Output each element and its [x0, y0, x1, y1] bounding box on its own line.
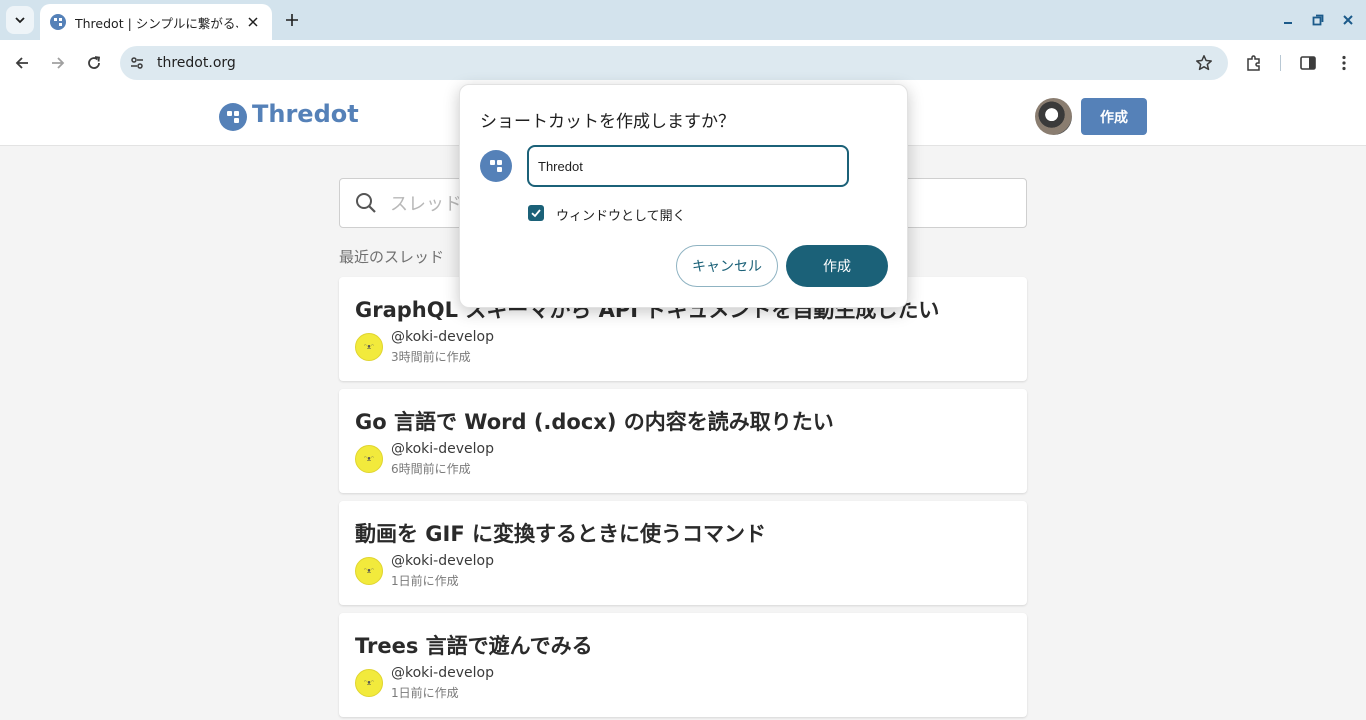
checkmark-icon	[531, 209, 541, 218]
thread-title[interactable]: 動画を GIF に変換するときに使うコマンド	[355, 518, 766, 548]
open-as-window-label[interactable]: ウィンドウとして開く	[556, 205, 686, 224]
author-avatar: ᵔᴥᵔ	[355, 333, 383, 361]
minimize-icon	[1284, 22, 1292, 24]
author-name[interactable]: @koki-develop	[391, 329, 494, 345]
puzzle-icon	[1247, 55, 1260, 71]
minimize-button[interactable]	[1276, 8, 1300, 32]
thread-card[interactable]: 動画を GIF に変換するときに使うコマンド ᵔᴥᵔ @koki-develop…	[339, 501, 1027, 605]
site-info-icon[interactable]	[123, 49, 151, 77]
logo-text[interactable]: Thredot	[252, 100, 359, 128]
shortcut-name-field[interactable]	[527, 145, 849, 187]
arrow-left-icon	[15, 57, 28, 69]
search-placeholder: スレッド	[390, 194, 462, 215]
reload-icon	[88, 56, 101, 69]
thread-card[interactable]: Trees 言語で遊んでみる ᵔᴥᵔ @koki-develop 1日前に作成	[339, 613, 1027, 717]
new-tab-button[interactable]	[280, 8, 304, 32]
forward-button[interactable]	[44, 49, 72, 77]
thread-time: 1日前に作成	[391, 686, 459, 700]
address-bar[interactable]: thredot.org	[120, 46, 1228, 80]
thread-title[interactable]: Trees 言語で遊んでみる	[355, 630, 593, 660]
create-thread-button[interactable]: 作成	[1081, 98, 1147, 135]
create-button[interactable]: 作成	[786, 245, 888, 287]
thredot-logo-icon[interactable]	[219, 103, 247, 131]
back-button[interactable]	[8, 49, 36, 77]
tab-search-button[interactable]	[6, 6, 34, 34]
author-avatar: ᵔᴥᵔ	[355, 445, 383, 473]
thread-time: 6時間前に作成	[391, 462, 471, 476]
close-tab-icon[interactable]	[244, 13, 262, 31]
thread-card[interactable]: Go 言語で Word (.docx) の内容を読み取りたい ᵔᴥᵔ @koki…	[339, 389, 1027, 493]
restore-icon	[1312, 14, 1324, 26]
recent-threads-heading: 最近のスレッド	[339, 248, 445, 266]
maximize-button[interactable]	[1306, 8, 1330, 32]
kebab-menu-icon	[1342, 55, 1346, 71]
reload-button[interactable]	[80, 49, 108, 77]
tab-title: Thredot | シンプルに繋がる、	[75, 15, 238, 31]
side-panel-button[interactable]	[1294, 49, 1322, 77]
author-avatar: ᵔᴥᵔ	[355, 557, 383, 585]
toolbar-divider	[1280, 55, 1281, 71]
create-shortcut-dialog: ショートカットを作成しますか？ ウィンドウとして開く キャンセル 作成	[459, 84, 908, 308]
thread-time: 3時間前に作成	[391, 350, 471, 364]
open-as-window-checkbox[interactable]	[528, 205, 544, 221]
dialog-title: ショートカットを作成しますか？	[480, 112, 735, 132]
browser-tab[interactable]: Thredot | シンプルに繋がる、	[40, 4, 272, 40]
url-text: thredot.org	[157, 55, 236, 71]
plus-icon	[286, 14, 298, 26]
author-name[interactable]: @koki-develop	[391, 665, 494, 681]
bookmark-star-icon[interactable]	[1192, 51, 1216, 75]
author-name[interactable]: @koki-develop	[391, 441, 494, 457]
thread-title[interactable]: Go 言語で Word (.docx) の内容を読み取りたい	[355, 406, 834, 436]
browser-toolbar: thredot.org	[0, 40, 1366, 86]
side-panel-icon	[1300, 56, 1316, 70]
tab-strip: Thredot | シンプルに繋がる、	[0, 0, 1366, 40]
browser-menu-button[interactable]	[1330, 49, 1358, 77]
close-icon	[1343, 15, 1353, 25]
arrow-right-icon	[52, 57, 65, 69]
app-icon	[480, 150, 512, 182]
user-avatar[interactable]	[1035, 98, 1072, 135]
close-window-button[interactable]	[1336, 8, 1360, 32]
author-avatar: ᵔᴥᵔ	[355, 669, 383, 697]
author-name[interactable]: @koki-develop	[391, 553, 494, 569]
thredot-favicon-icon	[50, 14, 66, 30]
thread-time: 1日前に作成	[391, 574, 459, 588]
chevron-down-icon	[15, 17, 25, 24]
extensions-button[interactable]	[1240, 49, 1268, 77]
search-icon	[354, 191, 378, 215]
cancel-button[interactable]: キャンセル	[676, 245, 778, 287]
